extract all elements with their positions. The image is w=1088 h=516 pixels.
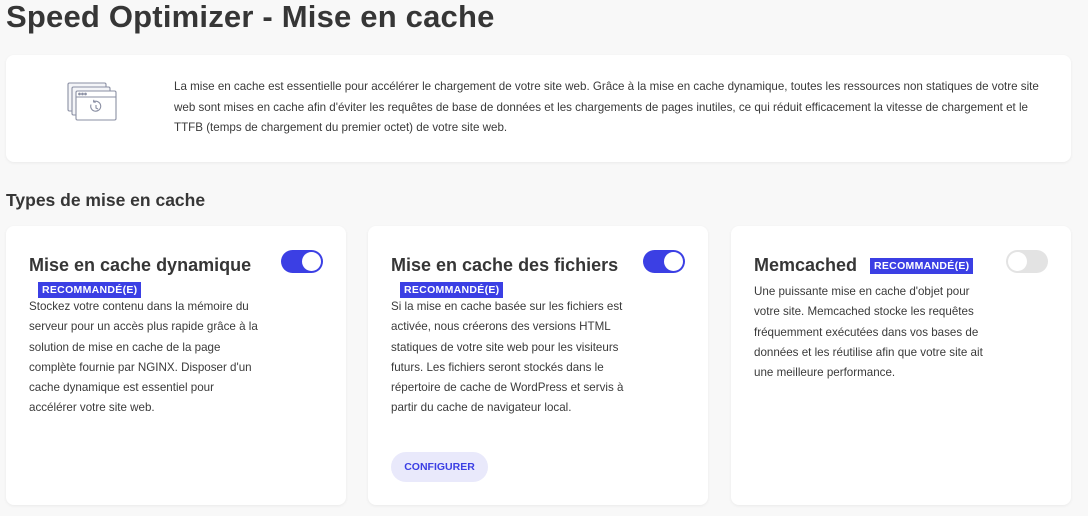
card-memcached: Memcached RECOMMANDÉ(E) Une puissante mi… bbox=[731, 226, 1071, 505]
card-dynamic-cache: Mise en cache dynamique RECOMMANDÉ(E) St… bbox=[6, 226, 346, 505]
card-description: Stockez votre contenu dans la mémoire du… bbox=[29, 300, 258, 415]
recommended-badge: RECOMMANDÉ(E) bbox=[38, 282, 142, 298]
file-cache-toggle[interactable] bbox=[643, 250, 685, 273]
page-title: Speed Optimizer - Mise en cache bbox=[6, 0, 495, 34]
card-title: Memcached bbox=[754, 255, 858, 275]
recommended-badge: RECOMMANDÉ(E) bbox=[870, 258, 974, 274]
toggle-knob bbox=[1008, 252, 1027, 271]
section-title: Types de mise en cache bbox=[6, 190, 206, 210]
toggle-knob bbox=[302, 252, 321, 271]
configure-button[interactable]: CONFIGURER bbox=[391, 452, 488, 482]
memcached-toggle[interactable] bbox=[1006, 250, 1048, 273]
card-description: Si la mise en cache basée sur les fichie… bbox=[391, 300, 624, 415]
toggle-knob bbox=[664, 252, 683, 271]
card-description: Une puissante mise en cache d'objet pour… bbox=[754, 285, 983, 380]
card-title: Mise en cache des fichiers bbox=[391, 255, 619, 275]
card-title: Mise en cache dynamique bbox=[29, 255, 252, 275]
card-file-cache: Mise en cache des fichiers RECOMMANDÉ(E)… bbox=[368, 226, 708, 505]
recommended-badge: RECOMMANDÉ(E) bbox=[400, 282, 504, 298]
intro-description: La mise en cache est essentielle pour ac… bbox=[174, 80, 1039, 134]
browser-cache-icon bbox=[67, 82, 117, 121]
dynamic-cache-toggle[interactable] bbox=[281, 250, 323, 273]
intro-card: La mise en cache est essentielle pour ac… bbox=[6, 55, 1071, 162]
